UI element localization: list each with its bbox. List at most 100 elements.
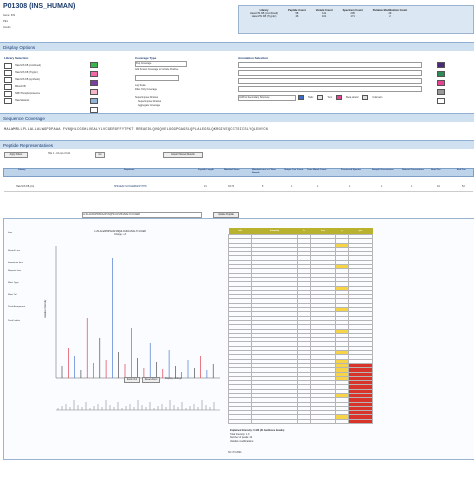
peak-table-cell — [334, 418, 350, 425]
apply-filters-button[interactable]: Apply Filters — [4, 152, 28, 158]
legend-label: Beta strand — [346, 96, 359, 99]
library-summary-box: Library Peptide Count Variant Count Spec… — [238, 5, 474, 34]
cell: 101 — [321, 15, 327, 18]
checkbox-icon[interactable] — [4, 62, 12, 69]
cell: HasoVIS KB (Tryptic) — [251, 15, 277, 18]
go-button[interactable]: Go — [95, 152, 105, 158]
col-header[interactable]: Matched ions in Y Best Search — [252, 169, 276, 175]
beta-strand-swatch — [336, 95, 343, 100]
log-scale-check[interactable]: Log Scale — [135, 84, 146, 87]
spectrum-peaks — [61, 258, 214, 378]
col-header[interactable]: Peptide Length — [198, 169, 214, 172]
checkbox-icon[interactable] — [4, 69, 12, 76]
sequence-coverage-header[interactable]: Sequence Coverage — [0, 113, 474, 122]
annotation-color-swatch[interactable] — [437, 71, 445, 77]
coverage-input[interactable] — [135, 75, 179, 81]
aggregate-option[interactable]: Aggregate Coverage — [138, 104, 160, 107]
spectrum-plot[interactable]: Relative Intensity — [40, 238, 225, 453]
library-color-swatch[interactable] — [90, 80, 98, 86]
cell: 46 — [295, 15, 299, 18]
library-option[interactable]: HasoVIS KB (synthetic) — [4, 76, 104, 83]
peak-table-cell — [296, 418, 312, 425]
ions-option[interactable]: Ions — [8, 232, 36, 250]
library-color-swatch[interactable] — [90, 89, 98, 95]
col-header[interactable]: Processed Spectra — [341, 169, 361, 172]
library-option[interactable]: Mitosil KB — [4, 83, 104, 90]
annotation-color-swatch[interactable] — [437, 62, 445, 68]
library-option-label: HasoVariants — [15, 99, 30, 102]
protein-name-line: Insulin — [3, 26, 11, 29]
zoom-out-button[interactable]: Zoom Out — [124, 377, 140, 383]
cell: 1 — [349, 185, 351, 188]
library-option[interactable]: HasoVIS KB (combined) — [4, 62, 104, 69]
checkbox-icon[interactable] — [4, 97, 12, 104]
export-button[interactable]: Export Filtered Results — [163, 152, 203, 158]
checkbox-icon[interactable] — [4, 90, 12, 97]
library-color-swatch[interactable] — [90, 71, 98, 77]
annotation-color-swatch[interactable] — [437, 80, 445, 86]
library-color-swatch[interactable] — [90, 62, 98, 68]
coverage-type-label: Coverage Type — [135, 56, 157, 60]
display-options-header[interactable]: Display Options — [0, 42, 474, 51]
annotation-select-5[interactable]: UniProt Secondary Structure — [238, 95, 296, 101]
library-option-label: HasoVIS KB (combined) — [15, 64, 41, 67]
coverage-type-select[interactable]: Pep Coverage — [135, 61, 187, 67]
col-header[interactable]: Dataset Occurrences — [402, 169, 424, 172]
variable-mods: Variable modifications: — [230, 439, 254, 443]
annotation-select-4[interactable] — [238, 86, 422, 92]
checkbox-icon[interactable] — [4, 83, 12, 90]
neutral-loss-option[interactable]: Neutral Loss — [8, 250, 36, 262]
col-header[interactable]: Unique Con Count — [284, 169, 303, 172]
col-header[interactable]: Matched Score — [224, 169, 240, 172]
gene-line: Gene: INS — [3, 14, 16, 17]
library-summary-table: Library Peptide Count Variant Count Spec… — [245, 9, 412, 18]
reset-zoom-button[interactable]: Reset Zoom — [142, 377, 160, 383]
col-header[interactable]: Sample Occurrences — [372, 169, 394, 172]
pe-line: PE1 — [3, 20, 8, 23]
spectrum-options-panel: Ions Neutral Loss Immonium Ions Reporter… — [8, 232, 36, 382]
peptide-table-header: Library Sequence Peptide Length Matched … — [3, 168, 474, 177]
annotation-select-3[interactable] — [238, 78, 422, 84]
cell[interactable]: SHLVEALYLVCGERGFFYTPK — [114, 185, 147, 188]
cell: 1 — [317, 185, 319, 188]
library-option[interactable]: HasoVariants — [4, 97, 104, 104]
cell: HasoVIS KB (co) — [16, 185, 35, 188]
mass-type-option[interactable]: Mass Type — [8, 282, 36, 294]
filter-only-check[interactable]: Filter Only Coverage — [135, 88, 157, 91]
peak-labels-option[interactable]: Peak Labels — [8, 320, 36, 332]
col-header[interactable]: Library — [18, 169, 25, 172]
library-color-swatch[interactable] — [90, 98, 98, 104]
annotation-color-swatch[interactable] — [437, 89, 445, 95]
reporter-option[interactable]: Reporter Ions — [8, 270, 36, 282]
spectrum-footer: SC: P3 2001 — [228, 451, 242, 454]
peak-table-footer: Explained Intensity: 0.423 (21 backbone … — [230, 429, 370, 443]
peptide-representatives-header[interactable]: Peptide Representatives — [0, 140, 474, 149]
annotation-color-swatch[interactable] — [437, 98, 445, 104]
bottom-peaks — [57, 400, 215, 410]
col-header[interactable]: Cons Match Count — [307, 169, 326, 172]
coverage-check-1[interactable]: Add Known Coverage to Include Positive — [135, 68, 205, 71]
library-selection-label: Library Selection — [4, 56, 29, 60]
spectrum-title: LLSLALWGPDPAAAFVNQHLCGSHLVEALYLVCGER Cha… — [60, 230, 180, 236]
display-settings-link[interactable]: Display settings — [165, 377, 182, 380]
annotation-select-2[interactable] — [238, 70, 422, 76]
hits-label: Hits 1 - 10 out of 141 — [48, 152, 71, 155]
library-option[interactable]: HasoVIS KB (Tryptic) — [4, 69, 104, 76]
col-header[interactable]: End Pos — [457, 169, 466, 172]
immonium-option[interactable]: Immonium Ions — [8, 262, 36, 270]
peptide-row[interactable]: HasoVIS KB (co) SHLVEALYLVCGERGFFYTPK 21… — [4, 185, 473, 192]
peak-assignment-option[interactable]: Peak Assignment — [8, 306, 36, 320]
peak-table-cell — [348, 418, 373, 425]
cell: 2 — [389, 15, 391, 18]
library-option-label: Mitosil KB — [15, 85, 26, 88]
checkbox-icon[interactable] — [4, 76, 12, 83]
annotation-select-1[interactable] — [238, 62, 422, 68]
turn-swatch — [317, 95, 324, 100]
superimpose-option[interactable]: Superimpose libraries — [138, 100, 161, 103]
col-header[interactable]: Start Pos — [431, 169, 441, 172]
mass-tol-option[interactable]: Mass Tol — [8, 294, 36, 306]
library-option[interactable]: NRF Phosphoproteome — [4, 90, 104, 97]
annotation-selection-label: Annotation Selection — [238, 56, 268, 60]
cell: 1 — [291, 185, 293, 188]
col-header[interactable]: Sequence — [124, 169, 134, 172]
